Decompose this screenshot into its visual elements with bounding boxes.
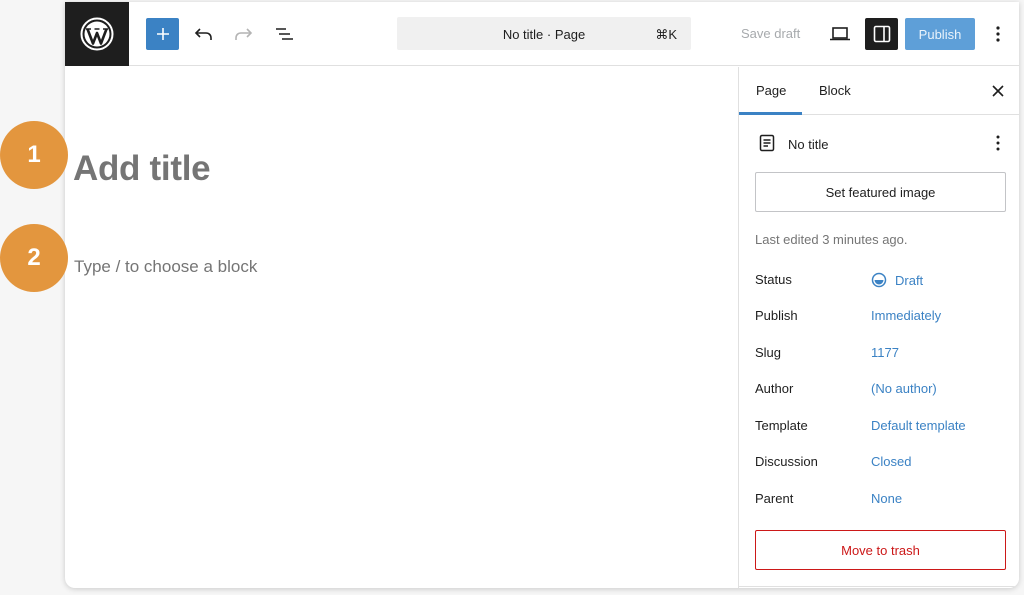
author-value[interactable]: (No author) <box>871 381 937 396</box>
save-draft-button[interactable]: Save draft <box>741 26 800 41</box>
settings-sidebar-toggle[interactable] <box>865 18 898 50</box>
undo-button[interactable] <box>192 22 216 46</box>
block-appender-placeholder[interactable]: Type / to choose a block <box>74 257 257 277</box>
slug-value[interactable]: 1177 <box>871 345 899 360</box>
editor-canvas: Add title Type / to choose a block <box>65 67 738 588</box>
publish-button[interactable]: Publish <box>905 18 975 50</box>
document-title: No title <box>788 137 829 152</box>
plus-icon <box>156 28 169 40</box>
page-icon <box>759 134 775 152</box>
meta-row-status: Status Draft <box>755 272 1005 292</box>
move-to-trash-button[interactable]: Move to trash <box>755 530 1006 570</box>
meta-label: Slug <box>755 345 782 360</box>
tab-page[interactable]: Page <box>756 83 786 98</box>
document-actions-button[interactable] <box>990 133 1006 153</box>
sidebar-tabs: Page Block <box>739 67 1019 115</box>
meta-label: Author <box>755 381 794 396</box>
meta-label: Parent <box>755 491 794 506</box>
meta-label: Status <box>755 272 792 287</box>
redo-icon <box>235 28 253 40</box>
callout-badge-1: 1 <box>0 121 68 189</box>
command-shortcut: ⌘K <box>655 27 677 42</box>
editor-window: No title · Page ⌘K Save draft Publish Ad… <box>65 2 1019 588</box>
set-featured-image-button[interactable]: Set featured image <box>755 172 1006 212</box>
add-block-button[interactable] <box>146 18 179 50</box>
meta-row-discussion: Discussion Closed <box>755 454 1005 474</box>
post-title-input[interactable]: Add title <box>73 149 211 189</box>
settings-sidebar-icon <box>873 25 890 43</box>
divider <box>739 586 1019 587</box>
meta-row-parent: Parent None <box>755 491 1005 511</box>
document-summary: No title <box>739 115 1019 175</box>
status-value[interactable]: Draft <box>871 272 923 288</box>
parent-value[interactable]: None <box>871 491 902 506</box>
list-view-button[interactable] <box>272 22 296 46</box>
close-sidebar-button[interactable] <box>988 81 1008 101</box>
more-vertical-icon <box>996 26 1000 42</box>
meta-label: Template <box>755 418 808 433</box>
preview-button[interactable] <box>828 23 852 45</box>
redo-button[interactable] <box>231 22 255 46</box>
meta-label: Publish <box>755 308 798 323</box>
close-icon <box>992 85 1004 97</box>
document-title-bar-text: No title · Page <box>502 27 586 42</box>
draft-status-icon <box>871 272 887 288</box>
meta-row-author: Author (No author) <box>755 381 1005 401</box>
template-value[interactable]: Default template <box>871 418 966 433</box>
undo-icon <box>194 28 212 40</box>
meta-row-template: Template Default template <box>755 418 1005 438</box>
discussion-value[interactable]: Closed <box>871 454 911 469</box>
last-edited-text: Last edited 3 minutes ago. <box>755 232 908 247</box>
tab-block[interactable]: Block <box>819 83 851 98</box>
meta-label: Discussion <box>755 454 818 469</box>
desktop-preview-icon <box>830 27 850 41</box>
options-menu-button[interactable] <box>987 22 1009 46</box>
publish-date-value[interactable]: Immediately <box>871 308 941 323</box>
settings-sidebar: Page Block No title Set featured image L… <box>738 67 1019 588</box>
wordpress-logo-icon[interactable] <box>65 2 129 66</box>
meta-row-slug: Slug 1177 <box>755 345 1005 365</box>
list-view-icon <box>276 28 293 40</box>
more-vertical-icon <box>996 135 1000 151</box>
editor-toolbar: No title · Page ⌘K Save draft Publish <box>65 2 1019 66</box>
command-palette-bar[interactable]: No title · Page ⌘K <box>397 17 691 50</box>
callout-badge-2: 2 <box>0 224 68 292</box>
meta-row-publish: Publish Immediately <box>755 308 1005 328</box>
status-value-text: Draft <box>895 272 924 288</box>
